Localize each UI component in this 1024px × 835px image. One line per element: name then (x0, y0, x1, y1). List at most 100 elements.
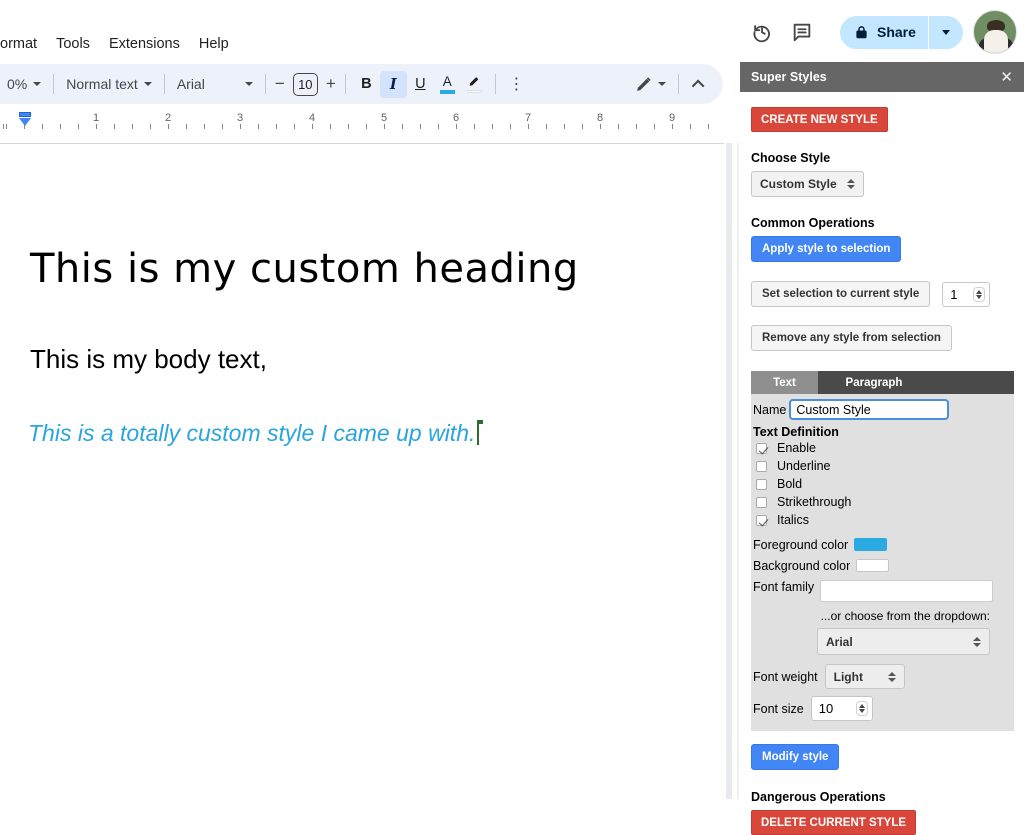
select-arrows-icon (887, 671, 896, 682)
checkbox-row-bold: Bold (753, 475, 1010, 493)
stepper-icon[interactable] (855, 701, 868, 716)
toolbar-separator (53, 74, 55, 94)
enable-checkbox[interactable] (756, 442, 767, 454)
font-weight-dropdown[interactable]: Light (824, 664, 905, 689)
left-indent-marker[interactable] (19, 117, 31, 126)
highlight-color-button[interactable] (461, 71, 488, 98)
share-button[interactable]: Share (840, 15, 963, 49)
text-cursor (477, 420, 484, 445)
dangerous-operations-label: Dangerous Operations (751, 790, 886, 804)
doc-custom-style-text[interactable]: This is a totally custom style I came up… (28, 420, 484, 447)
italics-checkbox[interactable] (756, 514, 767, 526)
style-editor-tabs: Text Paragraph (751, 371, 1014, 394)
toolbar-separator (678, 74, 679, 94)
page-right-edge-2 (737, 143, 739, 799)
background-color-label: Background color (753, 558, 851, 573)
font-select[interactable]: Arial (172, 76, 258, 92)
font-dropdown-value: Arial (826, 634, 853, 649)
comments-icon[interactable] (782, 12, 822, 52)
chevron-down-icon (33, 82, 42, 86)
sidebar-header: Super Styles ✕ (740, 62, 1024, 92)
styles-value: Normal text (66, 76, 138, 92)
editing-mode-select[interactable] (630, 76, 671, 93)
share-dropdown[interactable] (929, 29, 963, 35)
italic-button[interactable]: I (379, 70, 407, 98)
select-arrows-icon (973, 636, 981, 647)
chevron-up-icon (691, 79, 705, 92)
bold-checkbox[interactable] (756, 478, 767, 490)
chevron-down-icon (941, 29, 950, 35)
background-color-swatch[interactable] (856, 559, 890, 572)
version-history-icon[interactable] (742, 12, 782, 52)
tab-text[interactable]: Text (751, 371, 818, 394)
pencil-icon (637, 76, 651, 91)
underline-checkbox[interactable] (756, 460, 767, 472)
close-icon[interactable]: ✕ (1000, 68, 1013, 86)
zoom-select[interactable]: 0% (2, 76, 46, 92)
name-label: Name (753, 402, 787, 417)
text-color-glyph: A (442, 73, 452, 89)
avatar[interactable] (972, 10, 1017, 54)
share-label: Share (877, 24, 916, 40)
underline-button[interactable]: U (407, 71, 434, 98)
font-weight-value: Light (833, 669, 863, 684)
selection-style-number-input[interactable]: 1 (942, 281, 991, 307)
modify-style-button[interactable]: Modify style (751, 744, 840, 770)
choose-style-label: Choose Style (751, 151, 831, 165)
menu-bar: ormat Tools Extensions Help (0, 36, 229, 52)
increase-font-size-button[interactable]: + (324, 74, 338, 94)
font-dropdown[interactable]: Arial (817, 628, 990, 655)
super-styles-sidebar: Super Styles ✕ CREATE NEW STYLE Choose S… (740, 62, 1024, 835)
stepper-icon[interactable] (973, 286, 986, 302)
create-new-style-button[interactable]: CREATE NEW STYLE (751, 107, 888, 132)
strikethrough-checkbox[interactable] (756, 496, 767, 508)
strikethrough-label: Strikethrough (777, 495, 852, 509)
lock-icon (856, 25, 867, 38)
first-line-indent-marker[interactable] (19, 112, 31, 117)
dropdown-hint: ...or choose from the dropdown: (820, 609, 990, 623)
toolbar-separator (344, 74, 346, 94)
doc-heading[interactable]: This is my custom heading (30, 246, 579, 292)
ruler[interactable]: 1 2 3 4 5 6 7 8 9 (0, 111, 723, 131)
apply-style-button[interactable]: Apply style to selection (751, 236, 902, 262)
comment-icon (793, 23, 811, 42)
ruler-number: 8 (594, 112, 606, 124)
bold-button[interactable]: B (353, 71, 380, 98)
text-definition-label: Text Definition (753, 425, 839, 439)
more-options-icon[interactable]: ⋮ (503, 71, 530, 98)
font-family-label: Font family (753, 580, 815, 594)
chevron-down-icon (244, 82, 253, 86)
menu-extensions[interactable]: Extensions (109, 36, 180, 52)
ruler-number: 9 (666, 112, 678, 124)
decrease-font-size-button[interactable]: − (273, 74, 287, 94)
menu-format[interactable]: ormat (0, 36, 37, 52)
font-family-input[interactable] (820, 580, 994, 602)
tab-paragraph[interactable]: Paragraph (818, 371, 930, 394)
ruler-number: 6 (450, 112, 462, 124)
bold-label: Bold (777, 477, 803, 491)
common-operations-label: Common Operations (751, 216, 875, 230)
underline-label: Underline (777, 459, 831, 473)
set-selection-button[interactable]: Set selection to current style (751, 281, 931, 307)
text-color-button[interactable]: A (434, 71, 461, 98)
ruler-number: 5 (378, 112, 390, 124)
doc-body-text[interactable]: This is my body text, (30, 344, 267, 375)
delete-current-style-button[interactable]: DELETE CURRENT STYLE (751, 810, 917, 835)
style-name-input[interactable]: Custom Style (789, 399, 950, 420)
menu-help[interactable]: Help (199, 36, 229, 52)
style-select-value: Custom Style (760, 177, 837, 191)
top-actions: Share (742, 8, 1024, 56)
menu-tools[interactable]: Tools (56, 36, 90, 52)
paragraph-styles-select[interactable]: Normal text (61, 76, 157, 92)
doc-custom-style-span: This is a totally custom style I came up… (28, 420, 476, 446)
indent-marker[interactable] (19, 112, 31, 126)
hide-menus-button[interactable] (686, 71, 713, 98)
remove-style-button[interactable]: Remove any style from selection (751, 325, 952, 351)
style-select[interactable]: Custom Style (751, 171, 864, 197)
italics-label: Italics (777, 513, 809, 527)
font-size-input-sidebar[interactable]: 10 (810, 696, 873, 721)
foreground-color-swatch[interactable] (854, 538, 888, 551)
foreground-color-label: Foreground color (753, 537, 849, 552)
toolbar-separator (494, 74, 496, 94)
font-size-input[interactable]: 10 (292, 72, 318, 96)
